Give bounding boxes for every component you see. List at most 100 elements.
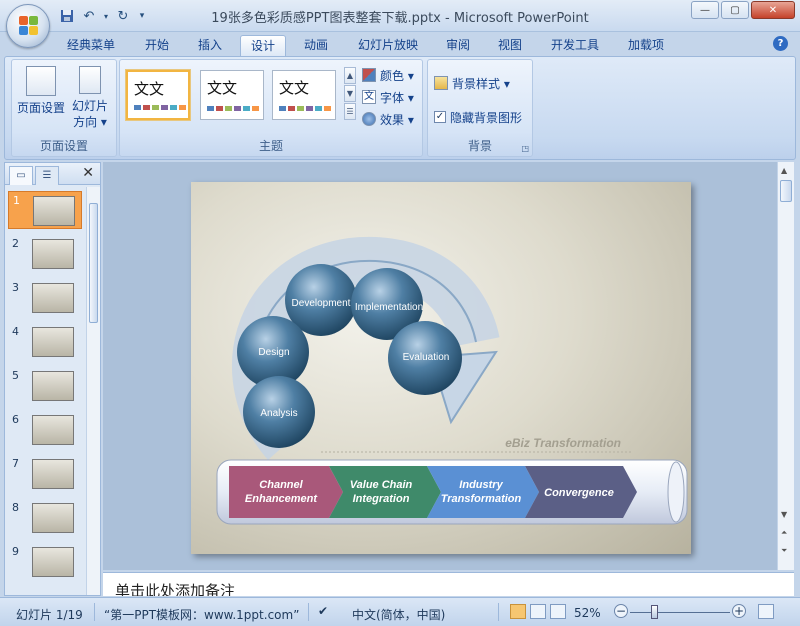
close-button[interactable]: ✕ (751, 1, 795, 19)
theme-fonts-button[interactable]: 文 字体 ▾ (362, 88, 414, 106)
tab-design[interactable]: 设计 (240, 35, 286, 56)
chevron-value-chain (329, 466, 441, 518)
effects-icon (362, 112, 376, 126)
slide-thumbnail[interactable]: 4 (8, 323, 82, 361)
tab-add-ins[interactable]: 加载项 (620, 35, 672, 56)
group-themes: 文文 文文 文文 ▲ ▼ ☰ 颜色 ▾ 文 字体 ▾ 效果 ▾ 主题 (119, 59, 423, 157)
gallery-up-icon[interactable]: ▲ (344, 67, 356, 84)
slides-tab[interactable]: ▭ (9, 166, 33, 185)
slide-thumbnail[interactable]: 7 (8, 455, 82, 493)
svg-text:Integration: Integration (353, 493, 410, 505)
slide-thumbnail-list: 1 2 3 4 5 6 7 8 9 (5, 187, 85, 595)
tab-slide-show[interactable]: 幻灯片放映 (350, 35, 426, 56)
minimize-button[interactable]: — (691, 1, 719, 19)
group-background: 背景样式 ▾ ✓ 隐藏背景图形 背景 ◳ (427, 59, 533, 157)
chevron-channel (229, 466, 343, 518)
notes-placeholder: 单击此处添加备注 (115, 582, 236, 596)
svg-text:Enhancement: Enhancement (245, 493, 318, 505)
svg-text:Industry: Industry (459, 479, 503, 491)
office-logo-icon (19, 16, 39, 36)
outline-tab[interactable]: ☰ (35, 166, 59, 185)
language-indicator[interactable]: 中文(简体，中国) (352, 606, 445, 623)
slide-vertical-scrollbar[interactable]: ▲ ▼ ⏶ ⏷ (777, 162, 794, 570)
window-title: 19张多色彩质感PPT图表整套下载.pptx - Microsoft Power… (211, 11, 589, 26)
fit-to-window-icon[interactable] (758, 604, 774, 619)
slide-sorter-view-icon[interactable] (530, 604, 546, 619)
slide-thumbnail[interactable]: 8 (8, 499, 82, 537)
group-page-setup: 页面设置 幻灯片 方向 ▾ 页面设置 (11, 59, 117, 157)
group-label-themes: 主题 (258, 139, 283, 153)
svg-text:Convergence: Convergence (544, 487, 614, 499)
scroll-up-icon[interactable]: ▲ (781, 166, 787, 175)
gallery-down-icon[interactable]: ▼ (344, 85, 356, 102)
zoom-slider[interactable] (630, 612, 730, 613)
slide-thumbnail[interactable]: 6 (8, 411, 82, 449)
slide-canvas[interactable]: Development Implementation Design Evalua… (191, 182, 691, 554)
scroll-thumb[interactable] (780, 180, 792, 202)
slide-orientation-icon (79, 66, 101, 94)
gallery-more-icon[interactable]: ☰ (344, 103, 356, 120)
fonts-icon: 文 (362, 90, 376, 104)
scroll-thumb[interactable] (89, 203, 98, 323)
slide-indicator: 幻灯片 1/19 (16, 608, 83, 622)
close-pane-icon[interactable]: ✕ (82, 165, 94, 181)
slides-pane: ▭ ☰ ✕ 1 2 3 4 5 6 7 8 9 (4, 162, 101, 596)
page-setup-button[interactable]: 页面设置 (16, 66, 66, 116)
office-button[interactable] (6, 4, 50, 48)
zoom-level[interactable]: 52% (574, 606, 601, 620)
slide-orientation-button[interactable]: 幻灯片 方向 ▾ (68, 66, 112, 130)
tab-animations[interactable]: 动画 (296, 35, 336, 56)
cycle-label-development: Development (292, 298, 351, 309)
theme-item[interactable]: 文文 (200, 70, 264, 120)
help-icon[interactable]: ? (773, 36, 788, 51)
slide-thumbnail[interactable]: 3 (8, 279, 82, 317)
scroll-down-icon[interactable]: ▼ (781, 510, 787, 519)
tab-classic-menu[interactable]: 经典菜单 (60, 35, 122, 56)
slide-thumbnail[interactable]: 1 (8, 191, 82, 229)
theme-effects-button[interactable]: 效果 ▾ (362, 110, 414, 128)
cycle-label-design: Design (258, 347, 289, 358)
maximize-button[interactable]: ▢ (721, 1, 749, 19)
tab-home[interactable]: 开始 (138, 35, 176, 56)
ribbon-tabs: 经典菜单 开始 插入 设计 动画 幻灯片放映 审阅 视图 开发工具 加载项 ? (0, 32, 800, 56)
page-setup-icon (26, 66, 56, 96)
group-label-page-setup: 页面设置 (39, 139, 88, 153)
normal-view-icon[interactable] (510, 604, 526, 619)
cycle-label-analysis: Analysis (260, 408, 297, 419)
previous-slide-icon[interactable]: ⏶ (781, 528, 787, 538)
checkbox-checked-icon: ✓ (434, 111, 446, 123)
theme-item[interactable]: 文文 (272, 70, 336, 120)
hide-background-checkbox[interactable]: ✓ 隐藏背景图形 (434, 108, 522, 126)
thumbnail-scrollbar[interactable] (86, 187, 100, 595)
zoom-out-icon[interactable]: − (614, 604, 628, 618)
theme-gallery-scroll: ▲ ▼ ☰ (344, 67, 356, 121)
slide-show-view-icon[interactable] (550, 604, 566, 619)
slide-editing-area: Development Implementation Design Evalua… (103, 162, 777, 570)
title-bar: ↶ ▾ ↻ ▾ 19张多色彩质感PPT图表整套下载.pptx - Microso… (0, 0, 800, 48)
theme-colors-button[interactable]: 颜色 ▾ (362, 66, 414, 84)
status-bar: 幻灯片 1/19 “第一PPT模板网：www.1ppt.com” ✔ 中文(简体… (0, 597, 800, 626)
tab-view[interactable]: 视图 (490, 35, 530, 56)
spelling-check-icon[interactable]: ✔ (318, 604, 328, 618)
zoom-slider-knob[interactable] (651, 605, 658, 619)
svg-text:Transformation: Transformation (441, 493, 522, 505)
slide-thumbnail[interactable]: 9 (8, 543, 82, 581)
next-slide-icon[interactable]: ⏷ (781, 546, 787, 556)
zoom-in-icon[interactable]: + (732, 604, 746, 618)
background-styles-button[interactable]: 背景样式 ▾ (434, 74, 510, 92)
slide-graphic: Development Implementation Design Evalua… (216, 236, 688, 525)
slide-thumbnail[interactable]: 5 (8, 367, 82, 405)
chevron-industry (427, 466, 539, 518)
background-styles-icon (434, 76, 448, 90)
group-label-background: 背景 (467, 139, 492, 153)
slide-thumbnail[interactable]: 2 (8, 235, 82, 273)
slide-watermark: eBiz Transformation (505, 436, 621, 450)
tab-developer[interactable]: 开发工具 (544, 35, 606, 56)
svg-text:Channel: Channel (259, 479, 303, 491)
dialog-launcher-icon[interactable]: ◳ (521, 144, 529, 153)
tab-insert[interactable]: 插入 (190, 35, 230, 56)
notes-pane[interactable]: 单击此处添加备注 (103, 572, 794, 596)
ribbon: 页面设置 幻灯片 方向 ▾ 页面设置 文文 文文 文文 ▲ ▼ ☰ 颜色 ▾ 文… (4, 56, 796, 160)
theme-item[interactable]: 文文 (126, 70, 190, 120)
tab-review[interactable]: 审阅 (438, 35, 478, 56)
